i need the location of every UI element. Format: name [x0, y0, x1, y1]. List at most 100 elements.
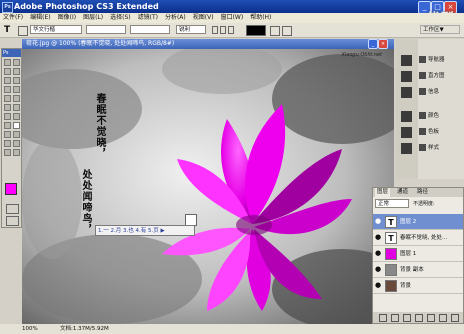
swatches-panel-icon[interactable] — [401, 127, 412, 138]
doc-minimize-button[interactable]: _ — [368, 39, 378, 49]
foreground-color-swatch[interactable] — [5, 183, 17, 195]
blur-tool-icon[interactable] — [4, 113, 11, 120]
tab-paths[interactable]: 路径 — [415, 188, 430, 197]
color-icon — [419, 112, 426, 119]
menu-analysis[interactable]: 分析(A) — [165, 13, 186, 23]
styles-label: 样式 — [428, 145, 440, 151]
layer-row[interactable]: ● 背景 — [373, 278, 463, 294]
layer-row[interactable]: ● 背景 副本 — [373, 262, 463, 278]
layer-name[interactable]: 图层 2 — [400, 214, 416, 230]
tab-layers[interactable]: 图层 — [375, 188, 391, 197]
menu-layer[interactable]: 图层(L) — [83, 13, 103, 23]
menu-select[interactable]: 选择(S) — [110, 13, 131, 23]
layer-row[interactable]: ● T 图层 2 — [373, 214, 463, 230]
panel-dock-icons — [396, 39, 418, 179]
layer-row[interactable]: ● 图层 1 — [373, 246, 463, 262]
character-panel-icon[interactable] — [282, 26, 292, 36]
screen-mode-icon[interactable] — [6, 216, 19, 226]
marquee-tool-icon[interactable] — [13, 59, 20, 66]
swatches-panel-tab[interactable]: 色板 — [419, 127, 463, 138]
pen-tool-icon[interactable] — [4, 122, 11, 129]
menu-image[interactable]: 图像(I) — [58, 13, 76, 23]
lasso-tool-icon[interactable] — [4, 68, 11, 75]
status-bar: 100% 文档:1.37M/5.92M — [0, 324, 464, 334]
healing-brush-tool-icon[interactable] — [4, 86, 11, 93]
document-tab[interactable]: 荷花.jpg @ 100% (春眠不觉晓, 处处闻啼鸟, RGB/8#) — [22, 39, 394, 49]
histogram-panel-icon[interactable] — [401, 71, 412, 82]
menu-edit[interactable]: 编辑(E) — [30, 13, 50, 23]
orientation-toggle-icon[interactable] — [18, 26, 28, 36]
document-canvas[interactable]: Xiaogu.Oblit.net 春眠不觉晓， 处处闻啼鸟， — [22, 49, 394, 325]
layer-name[interactable]: 背景 — [400, 278, 411, 294]
visibility-eye-icon[interactable]: ● — [375, 218, 382, 225]
notes-tool-icon[interactable] — [4, 140, 11, 147]
menu-view[interactable]: 视图(V) — [193, 13, 214, 23]
ime-candidates[interactable]: 1.一 2.月 3.也 4.有 5.页 — [98, 228, 159, 234]
new-layer-icon[interactable] — [439, 313, 447, 322]
ime-candidate-bar[interactable]: 1.一 2.月 3.也 4.有 5.页 ▶ — [95, 225, 195, 236]
adjustment-layer-icon[interactable] — [415, 313, 423, 322]
font-style-select[interactable] — [86, 25, 126, 34]
new-group-icon[interactable] — [427, 313, 435, 322]
shape-tool-icon[interactable] — [13, 131, 20, 138]
align-right-icon[interactable] — [228, 26, 234, 34]
visibility-eye-icon[interactable]: ● — [375, 266, 382, 273]
color-panel-icon[interactable] — [401, 111, 412, 122]
layer-name[interactable]: 图层 1 — [400, 246, 416, 262]
document-info[interactable]: 文档:1.37M/5.92M — [60, 324, 109, 334]
navigator-panel-tab[interactable]: 导航器 — [419, 55, 463, 66]
clone-stamp-tool-icon[interactable] — [4, 95, 11, 102]
text-color-swatch[interactable] — [246, 25, 266, 36]
font-family-select[interactable]: 华文行楷 — [30, 25, 82, 34]
dodge-tool-icon[interactable] — [13, 113, 20, 120]
menu-window[interactable]: 窗口(W) — [221, 13, 244, 23]
eraser-tool-icon[interactable] — [4, 104, 11, 111]
type-tool-icon[interactable] — [13, 122, 20, 129]
brush-tool-icon[interactable] — [13, 86, 20, 93]
gradient-tool-icon[interactable] — [13, 104, 20, 111]
layer-thumbnail — [385, 248, 397, 260]
histogram-panel-tab[interactable]: 直方图 — [419, 71, 463, 82]
layer-style-icon[interactable] — [391, 313, 399, 322]
hand-tool-icon[interactable] — [4, 149, 11, 156]
menu-filter[interactable]: 滤镜(T) — [138, 13, 158, 23]
layer-mask-icon[interactable] — [403, 313, 411, 322]
navigator-panel-icon[interactable] — [401, 55, 412, 66]
menu-help[interactable]: 帮助(H) — [250, 13, 271, 23]
path-selection-tool-icon[interactable] — [4, 131, 11, 138]
slice-tool-icon[interactable] — [13, 77, 20, 84]
magic-wand-tool-icon[interactable] — [13, 68, 20, 75]
align-left-icon[interactable] — [212, 26, 218, 34]
styles-panel-icon[interactable] — [401, 143, 412, 154]
blend-mode-select[interactable]: 正常 — [375, 199, 409, 208]
menu-file[interactable]: 文件(F) — [3, 13, 23, 23]
move-tool-icon[interactable] — [4, 59, 11, 66]
layer-name[interactable]: 春眠不觉晓, 处处... — [400, 230, 447, 246]
visibility-eye-icon[interactable]: ● — [375, 282, 382, 289]
crop-tool-icon[interactable] — [4, 77, 11, 84]
styles-panel-tab[interactable]: 样式 — [419, 143, 463, 154]
zoom-level[interactable]: 100% — [22, 324, 38, 334]
ime-next-arrow[interactable]: ▶ — [160, 228, 164, 234]
zoom-tool-icon[interactable] — [13, 149, 20, 156]
info-panel-tab[interactable]: 信息 — [419, 87, 463, 98]
visibility-eye-icon[interactable]: ● — [375, 234, 382, 241]
info-panel-icon[interactable] — [401, 87, 412, 98]
quick-mask-icon[interactable] — [6, 204, 19, 214]
doc-close-button[interactable]: × — [378, 39, 388, 49]
tab-channels[interactable]: 通道 — [395, 188, 410, 197]
layer-name[interactable]: 背景 副本 — [400, 262, 424, 278]
type-tool-icon[interactable]: T — [4, 25, 14, 35]
workspace-button[interactable]: 工作区▼ — [420, 25, 460, 34]
delete-layer-icon[interactable] — [451, 313, 459, 322]
font-size-select[interactable] — [130, 25, 170, 34]
layer-row[interactable]: ● T 春眠不觉晓, 处处... — [373, 230, 463, 246]
antialias-select[interactable]: 锐利 — [176, 25, 206, 34]
color-panel-tab[interactable]: 颜色 — [419, 111, 463, 122]
warp-text-icon[interactable] — [270, 26, 280, 36]
eyedropper-tool-icon[interactable] — [13, 140, 20, 147]
visibility-eye-icon[interactable]: ● — [375, 250, 382, 257]
history-brush-tool-icon[interactable] — [13, 95, 20, 102]
link-layers-icon[interactable] — [379, 313, 387, 322]
align-center-icon[interactable] — [220, 26, 226, 34]
